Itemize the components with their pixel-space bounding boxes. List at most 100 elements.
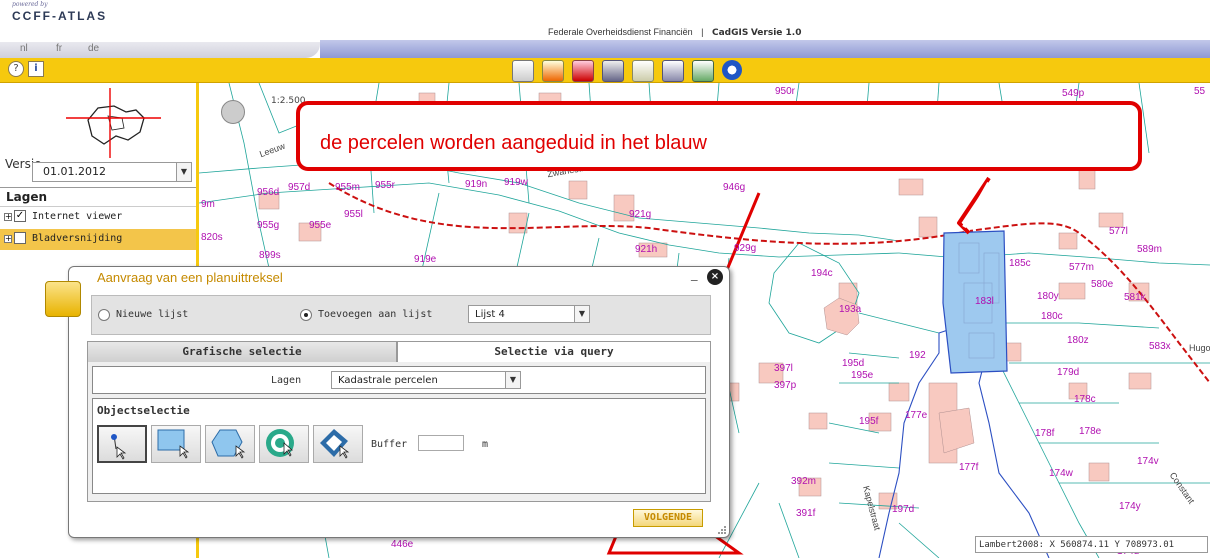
buffer-input[interactable] (418, 435, 464, 451)
circle-select-button[interactable] (259, 425, 309, 463)
buffer-unit: m (482, 439, 489, 450)
rectangle-select-button[interactable] (151, 425, 201, 463)
parcel-label: 178c (1074, 394, 1096, 405)
parcel-label: 921h (635, 244, 658, 255)
powered-by-label: powered by (12, 1, 48, 8)
layer-select-label: Lagen (271, 375, 302, 386)
buffer-label: Buffer (371, 439, 408, 450)
lang-de[interactable]: de (88, 43, 99, 54)
resize-grip-icon[interactable] (717, 525, 727, 535)
minimize-button[interactable]: _ (691, 267, 698, 282)
layer-row-internet-viewer[interactable]: + ✓ Internet viewer (0, 207, 196, 228)
parcel-label: 195d (842, 358, 865, 369)
logo: CCFF-ATLAS (12, 9, 108, 23)
app-name: CadGIS (711, 28, 749, 38)
parcel-label: 957d (288, 182, 311, 193)
parcel-label: 955e (309, 220, 332, 231)
parcel-label: 820s (201, 232, 223, 243)
parcel-label: 956d (257, 187, 280, 198)
layer-label: Bladversnijding (32, 233, 123, 244)
parcel-label: 194c (811, 268, 833, 279)
parcel-label: 955g (257, 220, 280, 231)
layer-row-bladversnijding[interactable]: + Bladversnijding (0, 229, 196, 250)
info-small-button[interactable]: i (28, 61, 44, 77)
point-select-button[interactable] (97, 425, 147, 463)
parcel-label: 950r (775, 86, 796, 97)
language-bar: nl fr de (0, 42, 320, 58)
parcel-label: 397l (774, 363, 793, 374)
pan-control[interactable] (221, 100, 245, 124)
parcel-label: 581k (1124, 292, 1146, 303)
versie-select[interactable]: 01.01.2012 ▼ (32, 162, 192, 182)
expand-icon[interactable]: + (4, 235, 12, 243)
layer-checkbox[interactable] (14, 232, 26, 244)
expand-icon[interactable]: + (4, 213, 12, 221)
annotation-callout: de percelen worden aangeduid in het blau… (296, 101, 1142, 171)
circle-select-icon (266, 429, 294, 457)
parcel-label: 919n (465, 179, 488, 190)
header-band (320, 40, 1210, 58)
parcel-label: 583x (1149, 341, 1171, 352)
polygon-select-icon (211, 429, 246, 459)
main-toolbar: ? i (0, 58, 1210, 83)
measure-icon[interactable] (572, 60, 594, 82)
parcel-label: 955r (375, 180, 396, 191)
parcel-label: 178f (1035, 428, 1055, 439)
parcel-label: 174v (1137, 456, 1159, 467)
parcel-label: 391f (796, 508, 816, 519)
app-title: Federale Overheidsdienst Financiën | Cad… (548, 27, 801, 38)
app-version: Versie 1.0 (750, 28, 802, 38)
layer-checkbox[interactable]: ✓ (14, 210, 26, 222)
parcel-label: 589m (1137, 244, 1163, 255)
search-parcel-icon[interactable] (662, 60, 684, 82)
lang-nl[interactable]: nl (20, 43, 28, 54)
lang-fr[interactable]: fr (56, 43, 62, 54)
parcel-label: 392m (791, 476, 817, 487)
next-button[interactable]: VOLGENDE (633, 509, 703, 527)
edit-icon[interactable] (542, 60, 564, 82)
search-address-icon[interactable] (692, 60, 714, 82)
versie-value: 01.01.2012 (43, 165, 106, 178)
line-select-icon (320, 429, 350, 459)
layer-select[interactable]: Kadastrale percelen ▼ (331, 371, 521, 389)
parcel-label: 919w (504, 177, 528, 188)
list-options: Nieuwe lijst Toevoegen aan lijst Lijst 4… (91, 295, 711, 335)
chevron-down-icon: ▼ (505, 372, 520, 388)
rectangle-select-icon (157, 429, 190, 459)
close-button[interactable]: × (707, 269, 723, 285)
radio-add-list[interactable] (300, 309, 312, 321)
parcel-label: 899s (259, 250, 281, 261)
print-icon[interactable] (602, 60, 624, 82)
object-selection: Objectselectie Buffer m (92, 398, 706, 494)
info-icon[interactable] (722, 60, 742, 80)
plan-extract-dialog: Aanvraag van een planuittreksel _ × Nieu… (45, 266, 730, 538)
overview-map[interactable] (66, 88, 161, 158)
parcel-label: 55 (1194, 86, 1206, 97)
tab-query-selection[interactable]: Selectie via query (397, 341, 711, 363)
help-button[interactable]: ? (8, 61, 24, 77)
parcel-label: 919e (414, 254, 437, 265)
title-separator: | (701, 27, 704, 37)
layer-select-value: Kadastrale percelen (338, 375, 438, 386)
parcel-label: 577l (1109, 226, 1128, 237)
parcel-label: 580e (1091, 279, 1114, 290)
list-select[interactable]: Lijst 4 ▼ (468, 305, 590, 323)
parcel-label: 195f (859, 416, 879, 427)
tab-graphic-selection[interactable]: Grafische selectie (87, 341, 397, 363)
parcel-label: 9m (201, 199, 215, 210)
radio-new-list[interactable] (98, 309, 110, 321)
identify-icon[interactable] (632, 60, 654, 82)
parcel-label: 197d (892, 504, 915, 515)
layers-header: Lagen (0, 187, 196, 207)
parcel-label: 921g (629, 209, 652, 220)
tab-panel: Lagen Kadastrale percelen ▼ Objectselect… (87, 362, 711, 502)
app-header: powered by CCFF-ATLAS Federale Overheids… (0, 0, 1210, 40)
parcel-label: 178e (1079, 426, 1102, 437)
layers-title: Lagen (6, 190, 48, 204)
street-label: Hugo (1189, 343, 1210, 353)
line-select-button[interactable] (313, 425, 363, 463)
polygon-select-button[interactable] (205, 425, 255, 463)
layers-icon[interactable] (512, 60, 534, 82)
parcel-label: 397p (774, 380, 797, 391)
parcel-label: 192 (909, 350, 926, 361)
